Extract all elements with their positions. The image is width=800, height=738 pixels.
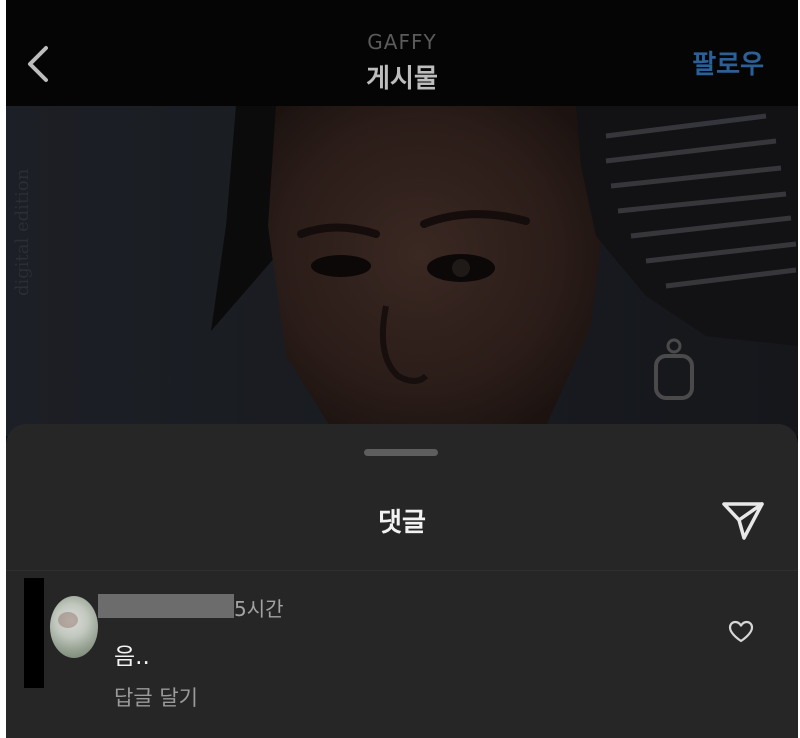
- comments-sheet: 댓글 5시간 음.. 답글 달기: [6, 424, 798, 738]
- sheet-divider: [6, 570, 798, 571]
- account-name: GAFFY: [367, 30, 437, 54]
- commenter-avatar[interactable]: [50, 596, 98, 658]
- comment-timestamp: 5시간: [234, 597, 284, 621]
- reply-button[interactable]: 답글 달기: [114, 682, 198, 712]
- paper-plane-icon[interactable]: [720, 498, 766, 542]
- commenter-username-redacted[interactable]: [98, 594, 234, 618]
- app-frame: GAFFY 게시물 팔로우 digital edition 댓글 5시간 음..…: [6, 0, 798, 738]
- redaction-mark: [24, 578, 44, 688]
- post-photo-illustration: [6, 106, 798, 436]
- sheet-grab-handle[interactable]: [364, 449, 438, 456]
- heart-outline-icon[interactable]: [728, 620, 754, 644]
- follow-button[interactable]: 팔로우: [692, 44, 764, 81]
- top-navigation-bar: GAFFY 게시물 팔로우: [6, 0, 798, 106]
- photo-watermark: digital edition: [12, 168, 33, 296]
- comment-text: 음..: [114, 644, 150, 670]
- page-title: 게시물: [366, 64, 438, 94]
- post-photo: digital edition: [6, 106, 798, 436]
- comment-item: 5시간 음.. 답글 달기: [6, 574, 798, 738]
- comments-title: 댓글: [378, 508, 426, 538]
